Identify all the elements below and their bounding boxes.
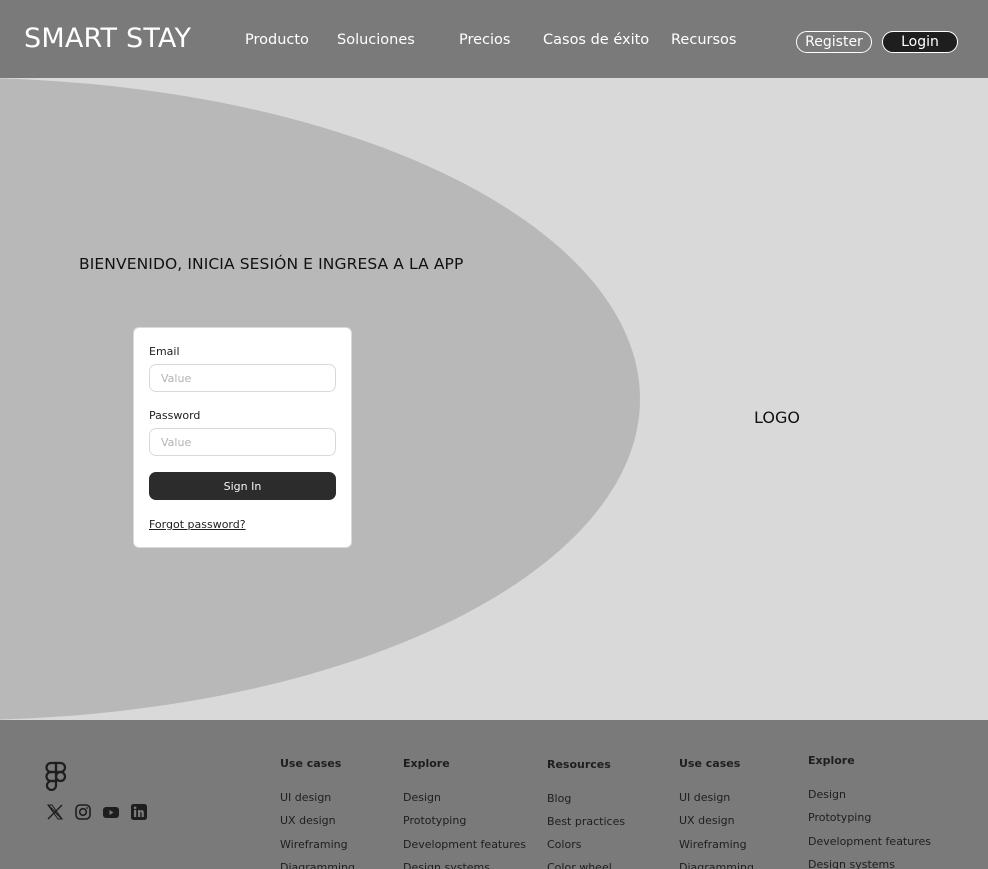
logo-placeholder: LOGO <box>754 408 800 427</box>
footer-link[interactable]: UI design <box>679 791 730 804</box>
brand-name[interactable]: SMART STAY <box>24 25 191 52</box>
footer-column-title: Explore <box>403 757 450 770</box>
footer-link[interactable]: Diagramming <box>280 861 355 869</box>
social-links <box>46 803 148 821</box>
nav-link-precios[interactable]: Precios <box>459 33 510 48</box>
footer-link[interactable]: UX design <box>679 814 735 827</box>
footer-link[interactable]: Wireframing <box>280 838 348 851</box>
footer-link[interactable]: Development features <box>808 835 931 848</box>
nav-link-recursos[interactable]: Recursos <box>671 33 736 48</box>
footer-link[interactable]: Colors <box>547 838 581 851</box>
login-button[interactable]: Login <box>882 31 958 53</box>
nav-link-soluciones[interactable]: Soluciones <box>337 33 415 48</box>
forgot-password-link[interactable]: Forgot password? <box>149 518 246 531</box>
footer-link[interactable]: Color wheel <box>547 861 612 869</box>
email-field[interactable] <box>149 364 336 392</box>
linkedin-icon[interactable] <box>130 803 148 821</box>
youtube-icon[interactable] <box>102 803 120 821</box>
register-button[interactable]: Register <box>796 31 872 53</box>
footer-link[interactable]: Design systems <box>403 861 490 869</box>
password-field[interactable] <box>149 428 336 456</box>
footer-column-explore: Explore Design Prototyping Development f… <box>403 757 533 869</box>
footer-link[interactable]: Blog <box>547 792 571 805</box>
password-label: Password <box>149 409 201 422</box>
footer-link[interactable]: Best practices <box>547 815 625 828</box>
hero-section: BIENVENIDO, INICIA SESIÓN E INGRESA A LA… <box>0 78 988 720</box>
footer-column-resources: Resources Blog Best practices Colors Col… <box>547 758 677 869</box>
footer-link[interactable]: UX design <box>280 814 336 827</box>
footer-link[interactable]: Design <box>403 791 441 804</box>
footer-link[interactable]: UI design <box>280 791 331 804</box>
footer-column-explore-2: Explore Design Prototyping Development f… <box>808 754 938 869</box>
nav-link-casos-de-exito[interactable]: Casos de éxito <box>543 33 649 48</box>
footer-column-title: Resources <box>547 758 611 771</box>
x-icon[interactable] <box>46 803 64 821</box>
footer-link[interactable]: Development features <box>403 838 526 851</box>
footer-link[interactable]: Diagramming <box>679 861 754 869</box>
footer-link[interactable]: Design <box>808 788 846 801</box>
footer-column-title: Explore <box>808 754 855 767</box>
login-card: Email Password Sign In Forgot password? <box>133 327 352 548</box>
footer-column-title: Use cases <box>280 757 342 770</box>
footer-link[interactable]: Prototyping <box>403 814 466 827</box>
nav-link-producto[interactable]: Producto <box>245 33 309 48</box>
footer: Use cases UI design UX design Wireframin… <box>0 720 988 869</box>
footer-link[interactable]: Design systems <box>808 858 895 869</box>
welcome-heading: BIENVENIDO, INICIA SESIÓN E INGRESA A LA… <box>79 255 464 273</box>
email-label: Email <box>149 345 180 358</box>
footer-column-use-cases-2: Use cases UI design UX design Wireframin… <box>679 757 809 869</box>
footer-link[interactable]: Wireframing <box>679 838 747 851</box>
top-navbar: SMART STAY Producto Soluciones Precios C… <box>0 0 988 78</box>
footer-column-use-cases: Use cases UI design UX design Wireframin… <box>280 757 410 869</box>
instagram-icon[interactable] <box>74 803 92 821</box>
footer-column-title: Use cases <box>679 757 741 770</box>
footer-link[interactable]: Prototyping <box>808 811 871 824</box>
sign-in-button[interactable]: Sign In <box>149 472 336 500</box>
figma-logo-icon[interactable] <box>45 761 67 795</box>
